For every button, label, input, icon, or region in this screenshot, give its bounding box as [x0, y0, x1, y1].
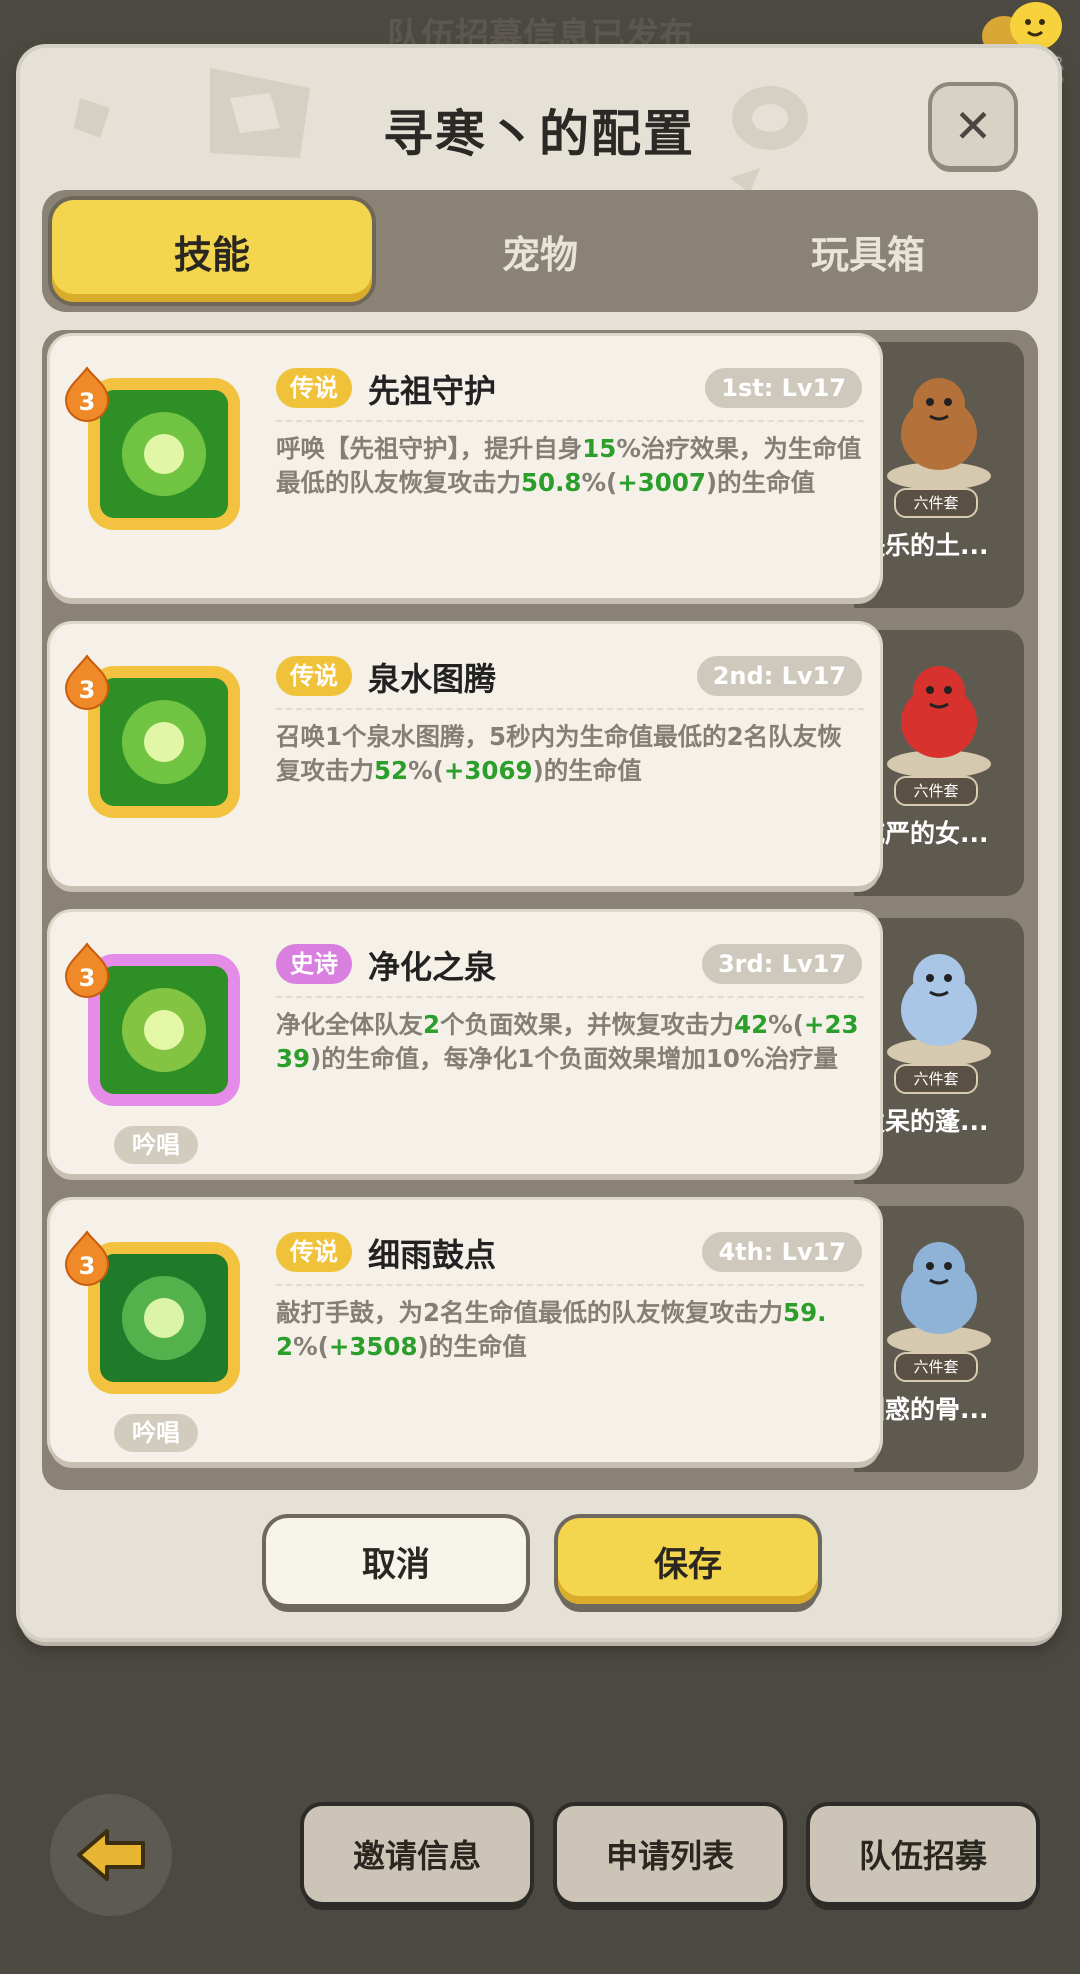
level-flame-badge: 3 [64, 942, 110, 998]
skill-list: 六件套 快乐的土... 3 传说 先祖守护 1st: Lv17 呼唤【先祖守护】… [42, 330, 1038, 1490]
tab-pets[interactable]: 宠物 [380, 200, 700, 302]
level-value: 3 [79, 964, 96, 992]
pet-figure-icon [887, 378, 991, 490]
skill-row[interactable]: 六件套 快乐的土... 3 传说 先祖守护 1st: Lv17 呼唤【先祖守护】… [50, 336, 1030, 608]
skill-description: 呼唤【先祖守护】，提升自身15%治疗效果，为生命值最低的队友恢复攻击力50.8%… [276, 420, 864, 500]
highlight-number: +3069 [443, 756, 533, 785]
description-text: %( [293, 1332, 329, 1361]
highlight-number: 52 [374, 756, 409, 785]
highlight-number: 50.8 [521, 468, 582, 497]
description-text: %( [581, 468, 618, 497]
skill-slot-level: 4th: Lv17 [702, 1232, 862, 1272]
pet-figure-icon [887, 666, 991, 778]
level-flame-badge: 3 [64, 1230, 110, 1286]
cast-type-chip: 吟唱 [114, 1414, 198, 1452]
highlight-number: 42 [734, 1010, 769, 1039]
pet-figure-icon [887, 1242, 991, 1354]
team-recruit-button[interactable]: 队伍招募 [810, 1806, 1036, 1902]
pet-set-badge: 六件套 [894, 1352, 978, 1382]
close-button[interactable]: ✕ [932, 86, 1014, 166]
pet-name: 快乐的土... [860, 531, 989, 560]
description-text: 个负面效果，并恢复攻击力 [440, 1010, 735, 1039]
level-value: 3 [79, 676, 96, 704]
tab-bar: 技能 宠物 玩具箱 [42, 190, 1038, 312]
level-value: 3 [79, 1252, 96, 1280]
tab-skills[interactable]: 技能 [52, 200, 372, 302]
level-flame-badge: 3 [64, 366, 110, 422]
skill-row[interactable]: 六件套 发呆的蓬... 3 吟唱 史诗 净化之泉 3rd: Lv17 净化全体队… [50, 912, 1030, 1184]
cancel-button[interactable]: 取消 [266, 1518, 526, 1604]
pet-set-badge: 六件套 [894, 1064, 978, 1094]
skill-name: 细雨鼓点 [368, 1236, 497, 1274]
back-arrow-icon [77, 1829, 145, 1881]
description-text: %( [408, 756, 444, 785]
description-text: %( [768, 1010, 804, 1039]
level-value: 3 [79, 388, 96, 416]
rarity-badge: 传说 [276, 1232, 352, 1272]
skill-row[interactable]: 六件套 困惑的骨... 3 吟唱 传说 细雨鼓点 4th: Lv17 敲打手鼓，… [50, 1200, 1030, 1472]
highlight-number: 2 [423, 1010, 441, 1039]
skill-name: 净化之泉 [368, 948, 497, 986]
tab-toybox[interactable]: 玩具箱 [708, 200, 1028, 302]
pet-set-badge: 六件套 [894, 776, 978, 806]
description-text: 净化全体队友 [276, 1010, 423, 1039]
invite-info-button[interactable]: 邀请信息 [304, 1806, 530, 1902]
rarity-badge: 传说 [276, 368, 352, 408]
pet-set-badge: 六件套 [894, 488, 978, 518]
pet-name: 困惑的骨... [860, 1395, 989, 1424]
skill-slot-level: 3rd: Lv17 [701, 944, 862, 984]
skill-name: 泉水图腾 [368, 660, 497, 698]
description-text: )的生命值，每净化1个负面效果增加10%治疗量 [310, 1044, 838, 1073]
description-text: )的生命值 [705, 468, 816, 497]
level-flame-badge: 3 [64, 654, 110, 710]
skill-card[interactable]: 3 传说 泉水图腾 2nd: Lv17 召唤1个泉水图腾，5秒内为生命值最低的2… [50, 624, 880, 886]
skill-card[interactable]: 3 传说 先祖守护 1st: Lv17 呼唤【先祖守护】，提升自身15%治疗效果… [50, 336, 880, 598]
skill-description: 召唤1个泉水图腾，5秒内为生命值最低的2名队友恢复攻击力52%(+3069)的生… [276, 708, 864, 788]
skill-slot-level: 1st: Lv17 [705, 368, 862, 408]
skill-description: 敲打手鼓，为2名生命值最低的队友恢复攻击力59.2%(+3508)的生命值 [276, 1284, 864, 1364]
apply-list-button[interactable]: 申请列表 [557, 1806, 783, 1902]
dialog-title: 寻寒丶的配置 [383, 105, 695, 163]
pet-name: 发呆的蓬... [860, 1107, 989, 1136]
save-button[interactable]: 保存 [558, 1518, 818, 1604]
rarity-badge: 传说 [276, 656, 352, 696]
config-dialog: 寻寒丶的配置 ✕ 技能 宠物 玩具箱 六件套 快乐的土... 3 传说 先祖守护… [20, 48, 1058, 1638]
close-icon: ✕ [953, 99, 993, 153]
rarity-badge: 史诗 [276, 944, 352, 984]
pet-name: 威严的女... [860, 819, 989, 848]
skill-slot-level: 2nd: Lv17 [696, 656, 862, 696]
skill-card[interactable]: 3 吟唱 史诗 净化之泉 3rd: Lv17 净化全体队友2个负面效果，并恢复攻… [50, 912, 880, 1174]
highlight-number: +3508 [328, 1332, 418, 1361]
skill-row[interactable]: 六件套 威严的女... 3 传说 泉水图腾 2nd: Lv17 召唤1个泉水图腾… [50, 624, 1030, 896]
cast-type-chip: 吟唱 [114, 1126, 198, 1164]
skill-name: 先祖守护 [368, 372, 497, 410]
highlight-number: +3007 [617, 468, 706, 497]
pet-figure-icon [887, 954, 991, 1066]
highlight-number: 15 [582, 434, 617, 463]
back-button[interactable] [50, 1794, 172, 1916]
description-text: )的生命值 [417, 1332, 527, 1361]
skill-card[interactable]: 3 吟唱 传说 细雨鼓点 4th: Lv17 敲打手鼓，为2名生命值最低的队友恢… [50, 1200, 880, 1462]
description-text: 敲打手鼓，为2名生命值最低的队友恢复攻击力 [276, 1298, 784, 1327]
description-text: 呼唤【先祖守护】，提升自身 [276, 434, 583, 463]
description-text: )的生命值 [532, 756, 642, 785]
skill-description: 净化全体队友2个负面效果，并恢复攻击力42%(+2339)的生命值，每净化1个负… [276, 996, 864, 1076]
